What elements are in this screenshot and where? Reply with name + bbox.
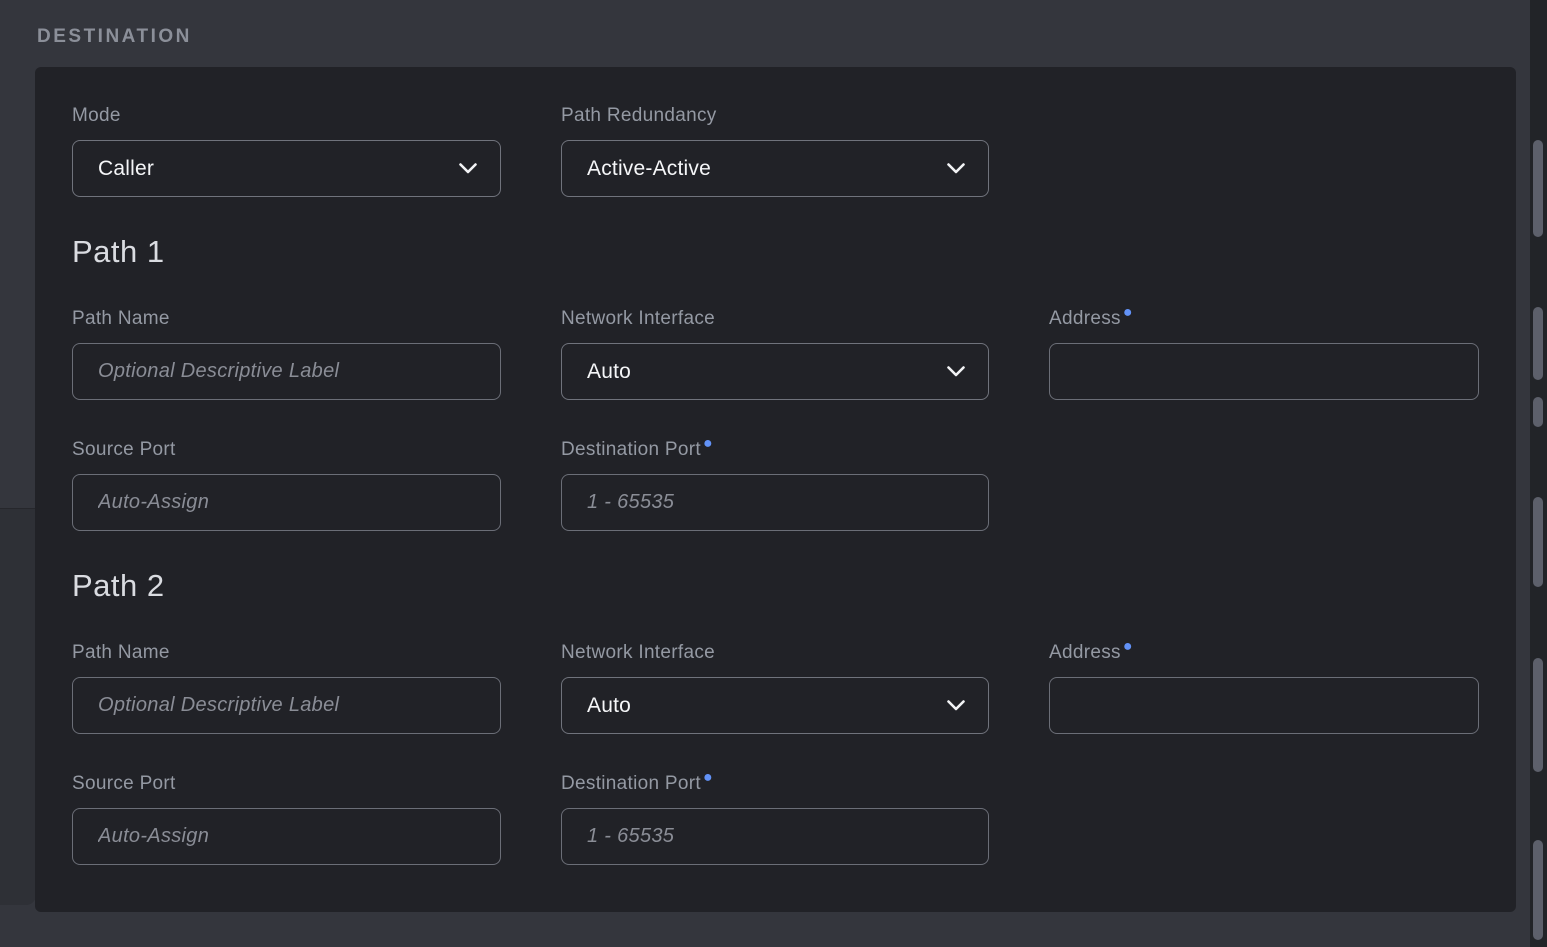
source-port-label: Source Port — [72, 772, 501, 796]
destination-port-input[interactable] — [561, 474, 989, 531]
destination-port-label: Destination Port● — [561, 438, 989, 462]
scrollbar-thumb[interactable] — [1533, 497, 1543, 587]
scrollbar-track[interactable] — [1530, 0, 1547, 947]
network-interface-select[interactable]: Auto — [561, 343, 989, 400]
top-settings-row: Mode Caller Path Redundancy Active-Activ… — [72, 104, 1479, 197]
mode-select[interactable]: Caller — [72, 140, 501, 197]
network-interface-label: Network Interface — [561, 641, 989, 665]
path-2-destination-port-field: Destination Port● — [561, 772, 989, 865]
required-indicator: ● — [703, 435, 713, 452]
path-redundancy-field: Path Redundancy Active-Active — [561, 104, 989, 197]
path-1-name-field: Path Name — [72, 307, 501, 400]
scrollbar-thumb[interactable] — [1533, 658, 1543, 772]
address-label: Address● — [1049, 641, 1479, 665]
source-port-input[interactable] — [72, 808, 501, 865]
path-2-name-field: Path Name — [72, 641, 501, 734]
required-indicator: ● — [1123, 638, 1133, 655]
path-1-row-1: Path Name Network Interface Auto Address… — [72, 307, 1479, 400]
destination-port-input[interactable] — [561, 808, 989, 865]
source-port-label: Source Port — [72, 438, 501, 462]
path-1-destination-port-field: Destination Port● — [561, 438, 989, 531]
path-redundancy-select-value: Active-Active — [587, 157, 711, 181]
network-interface-select[interactable]: Auto — [561, 677, 989, 734]
background-card-edge — [0, 508, 36, 905]
path-1-row-2: Source Port Destination Port● — [72, 438, 1479, 531]
path-redundancy-select[interactable]: Active-Active — [561, 140, 989, 197]
chevron-down-icon — [947, 700, 965, 711]
path-1-network-interface-field: Network Interface Auto — [561, 307, 989, 400]
address-label: Address● — [1049, 307, 1479, 331]
address-input[interactable] — [1049, 343, 1479, 400]
mode-label: Mode — [72, 104, 501, 128]
scrollbar-thumb[interactable] — [1533, 307, 1543, 380]
mode-field: Mode Caller — [72, 104, 501, 197]
destination-screen: DESTINATION Mode Caller Path Redundancy … — [0, 0, 1547, 947]
chevron-down-icon — [947, 163, 965, 174]
scrollbar-thumb[interactable] — [1533, 140, 1543, 237]
required-indicator: ● — [703, 769, 713, 786]
required-indicator: ● — [1123, 304, 1133, 321]
path-2-row-1: Path Name Network Interface Auto Address… — [72, 641, 1479, 734]
path-2-heading: Path 2 — [72, 569, 1479, 603]
mode-select-value: Caller — [98, 157, 154, 181]
destination-port-label: Destination Port● — [561, 772, 989, 796]
address-input[interactable] — [1049, 677, 1479, 734]
scrollbar-thumb[interactable] — [1533, 840, 1543, 940]
path-redundancy-label: Path Redundancy — [561, 104, 989, 128]
path-name-input[interactable] — [72, 343, 501, 400]
path-1-source-port-field: Source Port — [72, 438, 501, 531]
path-name-label: Path Name — [72, 307, 501, 331]
source-port-input[interactable] — [72, 474, 501, 531]
network-interface-select-value: Auto — [587, 694, 631, 718]
path-1-address-field: Address● — [1049, 307, 1479, 400]
network-interface-label: Network Interface — [561, 307, 989, 331]
path-2-source-port-field: Source Port — [72, 772, 501, 865]
path-name-input[interactable] — [72, 677, 501, 734]
chevron-down-icon — [947, 366, 965, 377]
path-1-heading: Path 1 — [72, 235, 1479, 269]
path-name-label: Path Name — [72, 641, 501, 665]
path-2-network-interface-field: Network Interface Auto — [561, 641, 989, 734]
path-2-row-2: Source Port Destination Port● — [72, 772, 1479, 865]
scrollbar-thumb[interactable] — [1533, 397, 1543, 427]
destination-panel: Mode Caller Path Redundancy Active-Activ… — [35, 67, 1516, 912]
network-interface-select-value: Auto — [587, 360, 631, 384]
chevron-down-icon — [459, 163, 477, 174]
section-title: DESTINATION — [37, 26, 192, 48]
path-2-address-field: Address● — [1049, 641, 1479, 734]
